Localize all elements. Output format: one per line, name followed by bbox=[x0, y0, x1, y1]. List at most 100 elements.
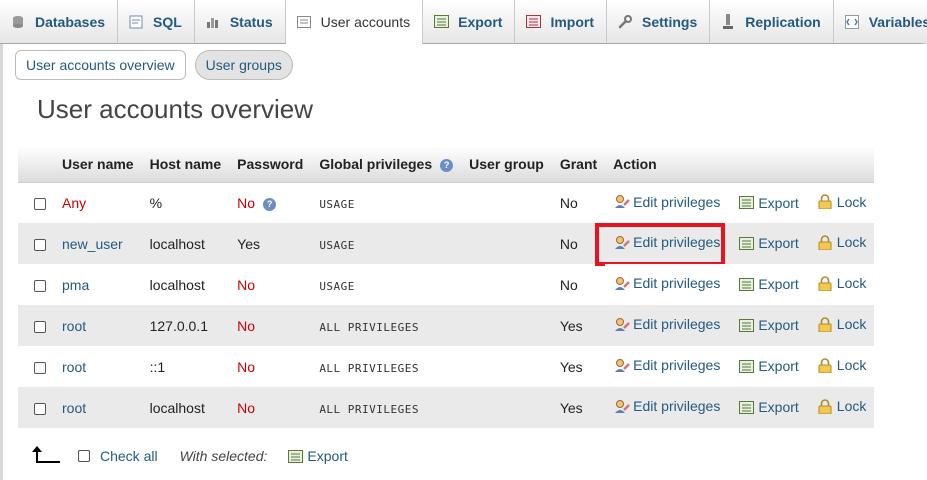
check-all-checkbox[interactable] bbox=[78, 450, 90, 462]
help-icon[interactable]: ? bbox=[440, 158, 454, 172]
tab-variables[interactable]: Variables bbox=[833, 0, 927, 43]
export-icon bbox=[738, 276, 755, 292]
tab-sql[interactable]: SQL bbox=[118, 0, 195, 43]
tab-export[interactable]: Export bbox=[423, 0, 516, 43]
tab-databases[interactable]: Databases bbox=[0, 0, 119, 43]
import-icon bbox=[525, 14, 541, 30]
lock-icon bbox=[817, 357, 834, 373]
edit-user-icon bbox=[613, 275, 630, 291]
user-name[interactable]: root bbox=[62, 318, 86, 334]
variables-icon bbox=[844, 14, 860, 30]
edit-user-icon bbox=[613, 398, 630, 414]
subnav-user-groups[interactable]: User groups bbox=[194, 50, 293, 80]
bulk-export-label: Export bbox=[307, 448, 348, 464]
user-group-cell bbox=[461, 387, 552, 428]
arrow-up-icon bbox=[30, 446, 60, 466]
row-checkbox[interactable] bbox=[34, 361, 46, 374]
export-icon bbox=[738, 195, 755, 211]
edit-privileges-link[interactable]: Edit privileges bbox=[613, 194, 720, 210]
page-title: User accounts overview bbox=[37, 94, 313, 124]
lock-label: Lock bbox=[836, 193, 867, 210]
user-name[interactable]: new_user bbox=[62, 236, 123, 252]
table-header-row: User name Host name Password Global priv… bbox=[18, 146, 875, 183]
password-cell: No? bbox=[229, 182, 312, 223]
row-checkbox[interactable] bbox=[34, 198, 46, 211]
user-accounts-table: User name Host name Password Global priv… bbox=[18, 146, 875, 428]
lock-label: Lock bbox=[836, 275, 867, 292]
lock-link[interactable]: Lock bbox=[817, 316, 866, 332]
bulk-export-link[interactable]: Export bbox=[287, 448, 348, 464]
privileges-value: ALL PRIVILEGES bbox=[319, 320, 420, 334]
privileges-value: USAGE bbox=[319, 238, 355, 252]
header-global-privileges-label: Global privileges bbox=[319, 155, 433, 172]
check-all-control[interactable]: Check all bbox=[78, 448, 158, 464]
row-checkbox[interactable] bbox=[34, 238, 46, 251]
export-link[interactable]: Export bbox=[738, 235, 799, 251]
grant-cell: No bbox=[551, 264, 606, 305]
tab-replication[interactable]: Replication bbox=[710, 0, 834, 43]
user-group-cell bbox=[461, 223, 552, 264]
lock-link[interactable]: Lock bbox=[817, 357, 866, 373]
user-name[interactable]: pma bbox=[62, 277, 89, 293]
edit-privileges-link[interactable]: Edit privileges bbox=[613, 398, 720, 414]
host-name-cell: localhost bbox=[141, 387, 230, 428]
row-checkbox[interactable] bbox=[34, 279, 46, 292]
header-user-name: User name bbox=[54, 146, 142, 183]
edit-user-icon bbox=[613, 316, 630, 332]
header-action: Action bbox=[605, 146, 875, 183]
export-link[interactable]: Export bbox=[738, 317, 799, 334]
privileges-value: USAGE bbox=[319, 197, 355, 211]
user-name[interactable]: root bbox=[62, 400, 86, 416]
tab-user-accounts[interactable]: User accounts bbox=[285, 0, 424, 44]
lock-link[interactable]: Lock bbox=[817, 193, 867, 210]
user-name[interactable]: root bbox=[62, 359, 86, 375]
row-checkbox[interactable] bbox=[34, 402, 46, 415]
lock-link[interactable]: Lock bbox=[817, 234, 866, 250]
password-cell: No bbox=[229, 346, 312, 387]
lock-link[interactable]: Lock bbox=[817, 398, 866, 414]
lock-link[interactable]: Lock bbox=[817, 275, 867, 292]
password-value: No bbox=[237, 194, 256, 211]
tab-label: Databases bbox=[35, 13, 106, 30]
export-label: Export bbox=[758, 358, 799, 375]
export-link[interactable]: Export bbox=[738, 399, 799, 415]
subnav-overview[interactable]: User accounts overview bbox=[15, 50, 186, 80]
export-icon bbox=[738, 358, 755, 374]
row-checkbox[interactable] bbox=[34, 320, 46, 333]
table-row: root 127.0.0.1 No ALL PRIVILEGES Yes Edit pri… bbox=[18, 305, 875, 346]
grant-cell: No bbox=[551, 182, 606, 223]
header-host-name: Host name bbox=[141, 146, 230, 183]
tab-label: SQL bbox=[153, 13, 182, 30]
edit-privileges-label: Edit privileges bbox=[633, 193, 721, 210]
tab-settings[interactable]: Settings bbox=[607, 0, 711, 43]
edit-privileges-link[interactable]: Edit privileges bbox=[613, 275, 720, 291]
header-user-group: User group bbox=[461, 146, 552, 183]
edit-privileges-link[interactable]: Edit privileges bbox=[613, 234, 720, 250]
help-icon[interactable]: ? bbox=[263, 197, 277, 211]
action-cell: Edit privileges Export Lock bbox=[605, 182, 875, 223]
edit-privileges-link[interactable]: Edit privileges bbox=[613, 316, 720, 332]
sql-icon bbox=[128, 14, 144, 30]
user-group-cell bbox=[461, 264, 552, 305]
table-row: pma localhost No USAGE No Edit privileges Expo… bbox=[18, 264, 875, 305]
export-label: Export bbox=[758, 317, 799, 334]
left-border bbox=[0, 44, 3, 480]
user-name-cell: root bbox=[54, 305, 142, 346]
lock-icon bbox=[817, 275, 834, 291]
user-group-cell bbox=[461, 182, 552, 223]
edit-privileges-label: Edit privileges bbox=[633, 234, 721, 251]
grant-cell: Yes bbox=[551, 387, 606, 428]
edit-privileges-label: Edit privileges bbox=[633, 398, 721, 415]
export-link[interactable]: Export bbox=[738, 358, 799, 375]
edit-privileges-link[interactable]: Edit privileges bbox=[613, 357, 720, 373]
password-value: Yes bbox=[237, 235, 261, 252]
tab-import[interactable]: Import bbox=[515, 0, 608, 43]
tab-label: User accounts bbox=[320, 14, 411, 30]
export-link[interactable]: Export bbox=[738, 195, 799, 211]
host-name-cell: localhost bbox=[141, 264, 230, 305]
tab-status[interactable]: Status bbox=[194, 0, 286, 43]
privileges-value: ALL PRIVILEGES bbox=[319, 402, 420, 416]
export-link[interactable]: Export bbox=[738, 276, 799, 292]
edit-user-icon bbox=[613, 194, 630, 210]
action-cell: Edit privileges Export Lock bbox=[605, 346, 875, 387]
